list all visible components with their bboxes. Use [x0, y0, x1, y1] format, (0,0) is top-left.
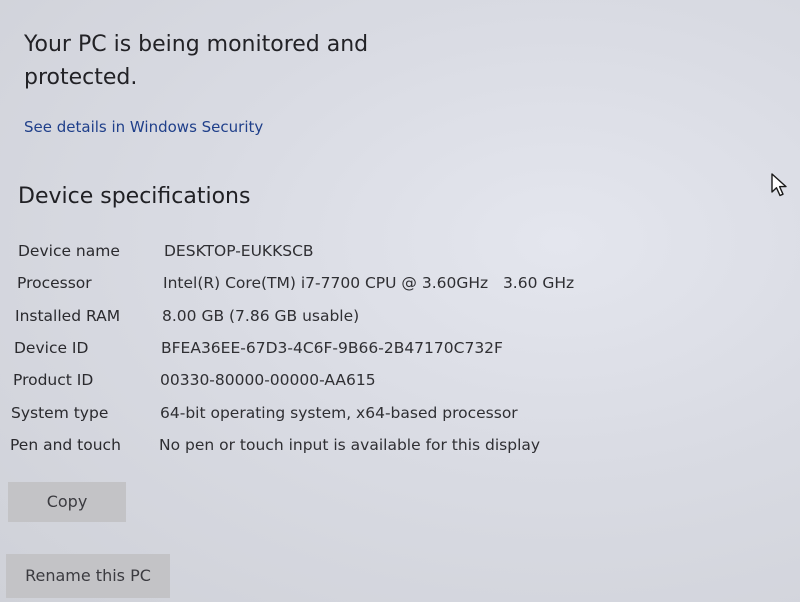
spec-label: Device name: [18, 242, 120, 260]
spec-row-installed-ram: Installed RAM 8.00 GB (7.86 GB usable): [0, 307, 640, 333]
spec-label: Product ID: [13, 371, 94, 389]
spec-row-processor: Processor Intel(R) Core(TM) i7-7700 CPU …: [0, 274, 640, 300]
spec-label: Pen and touch: [10, 436, 121, 454]
spec-value: Intel(R) Core(TM) i7-7700 CPU @ 3.60GHz …: [163, 274, 575, 292]
rename-pc-button[interactable]: Rename this PC: [6, 554, 170, 598]
spec-value: 8.00 GB (7.86 GB usable): [162, 307, 360, 325]
mouse-pointer-icon: [771, 173, 787, 197]
spec-row-product-id: Product ID 00330-80000-00000-AA615: [0, 371, 640, 397]
spec-row-device-name: Device name DESKTOP-EUKKSCB: [0, 242, 640, 268]
copy-button[interactable]: Copy: [8, 482, 126, 522]
protection-status-text: Your PC is being monitored and protected…: [24, 32, 369, 90]
spec-value: BFEA36EE-67D3-4C6F-9B66-2B47170C732F: [161, 339, 503, 357]
spec-value: 64-bit operating system, x64-based proce…: [160, 404, 518, 422]
spec-row-system-type: System type 64-bit operating system, x64…: [0, 404, 640, 430]
spec-label: System type: [11, 404, 109, 422]
spec-row-device-id: Device ID BFEA36EE-67D3-4C6F-9B66-2B4717…: [0, 339, 640, 365]
spec-value: DESKTOP-EUKKSCB: [164, 242, 314, 260]
windows-security-link[interactable]: See details in Windows Security: [24, 118, 263, 136]
device-specifications-heading: Device specifications: [18, 184, 251, 209]
spec-label: Processor: [17, 274, 92, 292]
spec-value: 00330-80000-00000-AA615: [160, 371, 376, 389]
spec-value: No pen or touch input is available for t…: [159, 436, 541, 454]
spec-label: Installed RAM: [15, 307, 121, 325]
spec-label: Device ID: [14, 339, 89, 357]
spec-row-pen-and-touch: Pen and touch No pen or touch input is a…: [0, 436, 640, 462]
